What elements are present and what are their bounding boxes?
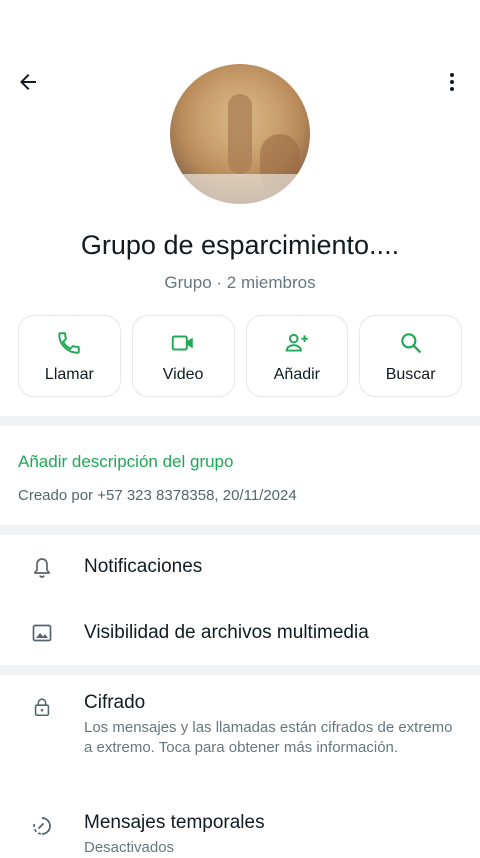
temporary-messages-subtitle: Desactivados	[84, 839, 175, 856]
arrow-back-icon	[20, 74, 36, 90]
call-button[interactable]: Llamar	[18, 315, 121, 397]
temporary-messages-title: Mensajes temporales	[84, 812, 265, 833]
add-member-button[interactable]: Añadir	[245, 315, 349, 397]
lock-icon	[34, 698, 50, 717]
video-icon	[171, 335, 193, 351]
phone-icon	[58, 332, 81, 354]
group-meta: Grupo · 2 miembros	[164, 273, 316, 292]
group-name[interactable]: Grupo de esparcimiento....	[0, 230, 480, 261]
temporary-messages-row[interactable]: Mensajes temporales Desactivados	[0, 795, 480, 856]
call-label: Llamar	[44, 366, 94, 383]
add-description-link[interactable]: Añadir descripción del grupo	[18, 452, 233, 472]
bell-icon	[34, 558, 50, 578]
section-divider	[0, 665, 480, 675]
more-vert-icon	[450, 73, 454, 91]
search-icon	[400, 333, 421, 353]
video-button[interactable]: Video	[131, 315, 235, 397]
media-visibility-row[interactable]: Visibilidad de archivos multimedia	[0, 600, 480, 665]
video-label: Video	[162, 366, 204, 383]
image-icon	[32, 624, 52, 642]
timer-icon	[33, 817, 51, 835]
add-label: Añadir	[273, 366, 320, 383]
created-by-text: Creado por +57 323 8378358, 20/11/2024	[18, 487, 297, 504]
notifications-row[interactable]: Notificaciones	[0, 535, 480, 600]
add-person-icon	[285, 333, 308, 352]
encryption-title: Cifrado	[84, 692, 146, 713]
section-divider	[0, 525, 480, 535]
search-button[interactable]: Buscar	[359, 315, 462, 397]
search-label: Buscar	[385, 366, 436, 383]
section-divider	[0, 416, 480, 426]
encryption-row[interactable]: Cifrado Los mensajes y las llamadas está…	[0, 675, 480, 785]
action-buttons: Llamar Video Añadir Buscar	[18, 315, 462, 397]
media-visibility-label: Visibilidad de archivos multimedia	[84, 622, 369, 643]
back-button[interactable]	[8, 62, 48, 102]
more-options-button[interactable]	[432, 62, 472, 102]
notifications-label: Notificaciones	[84, 556, 203, 577]
group-avatar[interactable]	[170, 64, 310, 204]
encryption-subtitle: Los mensajes y las llamadas están cifrad…	[84, 719, 453, 756]
